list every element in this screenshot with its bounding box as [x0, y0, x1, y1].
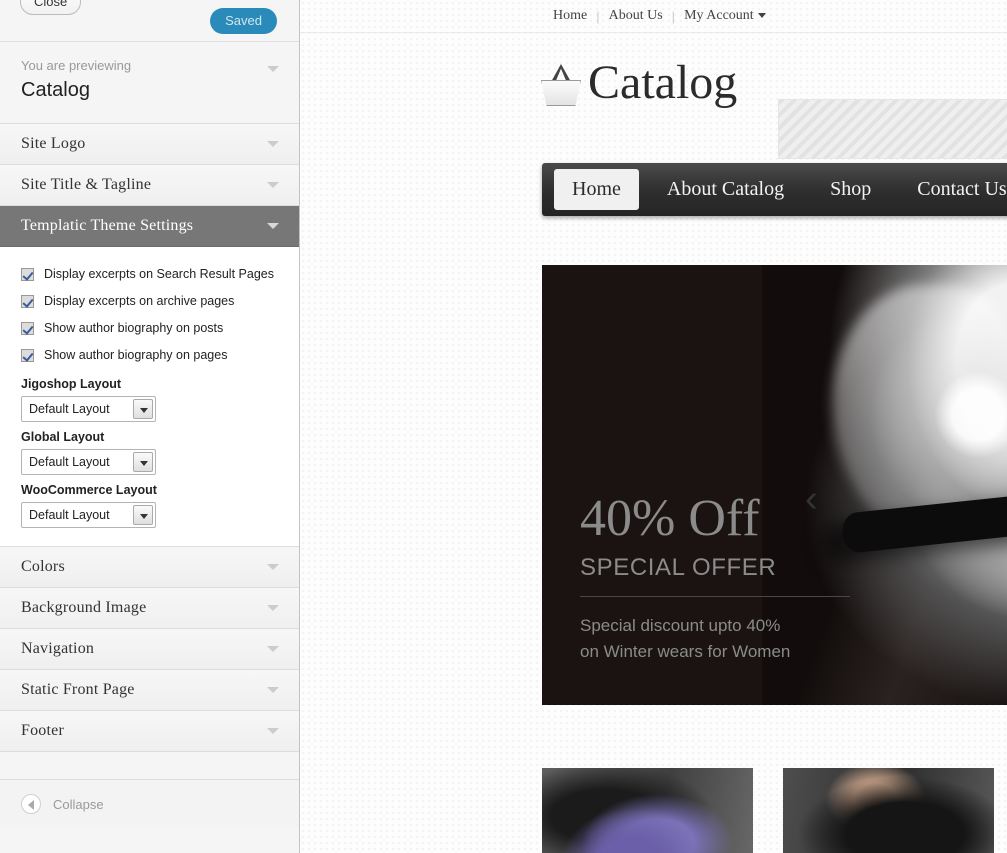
global-layout-select[interactable]: Default Layout	[21, 449, 156, 475]
chevron-down-icon	[267, 646, 279, 652]
sidebar-section-label: Static Front Page	[21, 681, 135, 698]
hero-slide-subheading: SPECIAL OFFER	[580, 554, 850, 597]
sidebar-section-background-image[interactable]: Background Image	[0, 588, 299, 629]
main-nav-item-about-catalog[interactable]: About Catalog	[649, 169, 802, 210]
hero-slide-copy: 40% Off SPECIAL OFFER Special discount u…	[580, 490, 880, 665]
shopping-basket-logo-icon	[538, 64, 584, 106]
product-card[interactable]	[542, 768, 753, 853]
sidebar-section-label: Templatic Theme Settings	[21, 217, 194, 234]
chevron-down-icon	[267, 728, 279, 734]
top-nav-item-my-account[interactable]: My Account	[675, 8, 775, 24]
product-grid	[542, 768, 1007, 853]
preview-info-label: You are previewing	[21, 58, 132, 73]
caret-down-icon	[757, 13, 766, 19]
sidebar-section-label: Navigation	[21, 640, 95, 657]
basket-handle	[551, 64, 571, 82]
hero-slide-heading: 40% Off	[580, 490, 760, 547]
top-nav-item-label: My Account	[684, 8, 754, 23]
close-button[interactable]: Close	[20, 0, 82, 15]
collapse-label: Collapse	[53, 796, 104, 812]
preview-top-nav: Home | About Us | My Account	[300, 0, 1007, 33]
main-nav-item-shop[interactable]: Shop	[812, 169, 889, 210]
collapse-sidebar-button[interactable]: Collapse	[0, 780, 299, 828]
preview-info-header[interactable]: You are previewing Catalog	[0, 42, 299, 124]
sidebar-topbar: Close Saved	[0, 0, 299, 42]
chevron-down-icon[interactable]	[133, 505, 153, 525]
field-label: Jigoshop Layout	[21, 377, 121, 391]
sidebar-section-label: Colors	[21, 558, 65, 575]
preview-site-title: Catalog	[588, 56, 738, 109]
basket-body	[541, 80, 581, 106]
theme-preview-pane: Home | About Us | My Account Catalog 468…	[300, 0, 1007, 853]
field-label: Global Layout	[21, 430, 105, 444]
field-label: WooCommerce Layout	[21, 483, 157, 497]
product-image	[783, 768, 994, 853]
sidebar-section-footer[interactable]: Footer	[0, 711, 299, 752]
chevron-down-icon	[267, 223, 279, 229]
woocommerce-layout-select[interactable]: Default Layout	[21, 502, 156, 528]
sidebar-section-site-logo[interactable]: Site Logo	[0, 124, 299, 165]
setting-author-bio-posts[interactable]: Show author biography on posts	[0, 315, 299, 342]
chevron-down-icon[interactable]	[133, 399, 153, 419]
checkbox-checked-icon[interactable]	[21, 349, 34, 362]
customizer-screen: Close Saved You are previewing Catalog S…	[0, 0, 1007, 853]
sidebar-section-templatic-theme-settings[interactable]: Templatic Theme Settings	[0, 206, 299, 247]
product-image	[542, 768, 753, 853]
field-jigoshop-layout: Jigoshop Layout Default Layout	[0, 369, 299, 422]
ad-banner-placeholder[interactable]: 468 x	[778, 99, 1007, 159]
field-global-layout: Global Layout Default Layout	[0, 422, 299, 475]
checkbox-checked-icon[interactable]	[21, 322, 34, 335]
preview-brand-row: Catalog 468 x	[300, 33, 1007, 159]
preview-theme-name: Catalog	[21, 79, 90, 101]
chevron-down-icon[interactable]	[133, 452, 153, 472]
saved-button[interactable]: Saved	[210, 8, 277, 34]
setting-label: Show author biography on posts	[44, 321, 224, 335]
chevron-down-icon	[267, 141, 279, 147]
checkbox-checked-icon[interactable]	[21, 268, 34, 281]
hero-slide-body-line2: on Winter wears for Women	[580, 642, 791, 661]
hero-slider: 40% Off SPECIAL OFFER Special discount u…	[542, 265, 1007, 705]
sidebar-section-label: Footer	[21, 722, 64, 739]
main-nav-item-home[interactable]: Home	[554, 169, 639, 210]
templatic-settings-body: Display excerpts on Search Result Pages …	[0, 247, 299, 547]
sidebar-section-label: Site Title & Tagline	[21, 176, 152, 193]
setting-label: Display excerpts on Search Result Pages	[44, 267, 274, 281]
chevron-down-icon	[267, 564, 279, 570]
chevron-down-icon	[267, 687, 279, 693]
checkbox-checked-icon[interactable]	[21, 295, 34, 308]
sidebar-section-navigation[interactable]: Navigation	[0, 629, 299, 670]
setting-display-excerpts-archive[interactable]: Display excerpts on archive pages	[0, 288, 299, 315]
top-nav-item-about-us[interactable]: About Us	[600, 8, 672, 24]
hero-slide-body: Special discount upto 40% on Winter wear…	[580, 613, 880, 665]
top-nav-item-home[interactable]: Home	[544, 8, 596, 24]
sidebar-section-label: Background Image	[21, 599, 147, 616]
product-card[interactable]	[783, 768, 994, 853]
setting-label: Display excerpts on archive pages	[44, 294, 235, 308]
setting-label: Show author biography on pages	[44, 348, 228, 362]
chevron-down-icon	[267, 182, 279, 188]
sidebar-section-site-title-tagline[interactable]: Site Title & Tagline	[0, 165, 299, 206]
chevron-down-icon	[267, 66, 279, 72]
field-woocommerce-layout: WooCommerce Layout Default Layout	[0, 475, 299, 528]
sidebar-spacer	[0, 752, 299, 780]
jigoshop-layout-select[interactable]: Default Layout	[21, 396, 156, 422]
sidebar-section-label: Site Logo	[21, 135, 86, 152]
customizer-sidebar: Close Saved You are previewing Catalog S…	[0, 0, 300, 853]
setting-display-excerpts-search[interactable]: Display excerpts on Search Result Pages	[0, 261, 299, 288]
main-nav-item-contact-us[interactable]: Contact Us	[899, 169, 1007, 210]
sidebar-section-colors[interactable]: Colors	[0, 547, 299, 588]
chevron-down-icon	[267, 605, 279, 611]
slider-prev-arrow-icon[interactable]: ‹	[805, 480, 818, 518]
hero-slide-body-line1: Special discount upto 40%	[580, 616, 781, 635]
sidebar-section-static-front-page[interactable]: Static Front Page	[0, 670, 299, 711]
setting-author-bio-pages[interactable]: Show author biography on pages	[0, 342, 299, 369]
collapse-arrow-icon	[21, 794, 41, 814]
preview-main-nav: Home About Catalog Shop Contact Us	[542, 163, 1007, 216]
